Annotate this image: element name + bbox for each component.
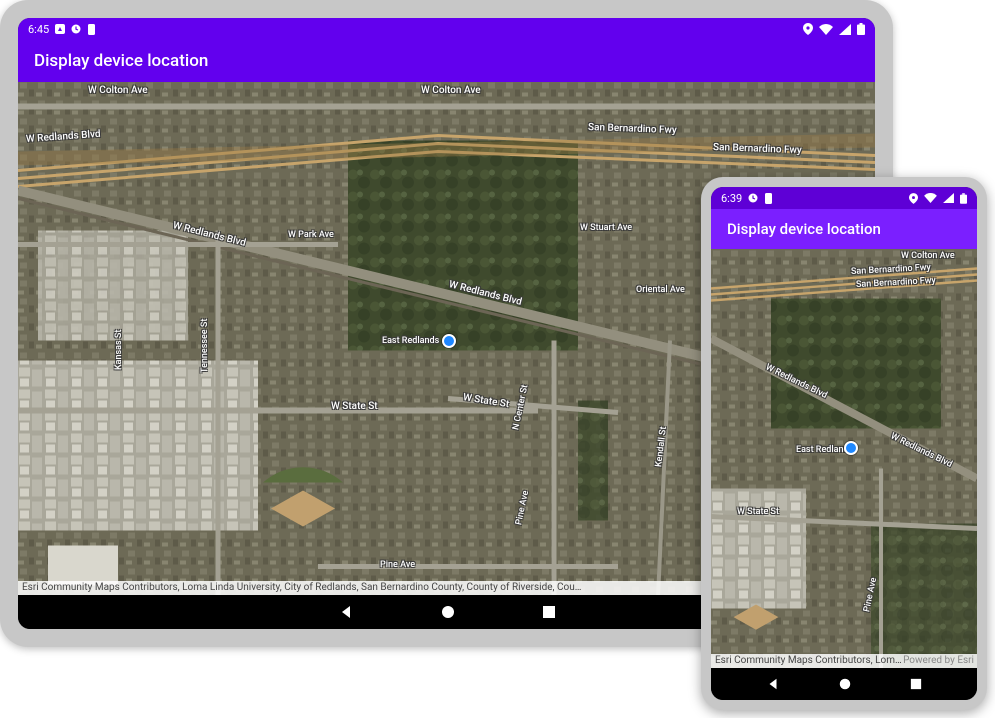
battery-icon: [857, 23, 865, 35]
location-pin-icon: [909, 193, 918, 204]
nav-home-button[interactable]: [440, 604, 456, 620]
app-title: Display device location: [34, 51, 208, 71]
tablet-app-bar: Display device location: [18, 40, 875, 82]
battery-icon: [960, 193, 967, 204]
nav-back-button[interactable]: [766, 677, 780, 691]
nav-recents-button[interactable]: [910, 678, 922, 690]
attribution-text: Esri Community Maps Contributors, Loma L…: [22, 582, 581, 593]
status-icon-a: [55, 24, 65, 34]
status-icon-clock: [71, 24, 81, 34]
tablet-status-bar: 6:45: [18, 18, 875, 40]
satellite-basemap: [711, 249, 977, 668]
phone-device-frame: 6:39 Di: [701, 177, 987, 710]
phone-app-bar: Display device location: [711, 209, 977, 249]
phone-nav-bar: [711, 668, 977, 700]
cell-signal-icon: [943, 193, 954, 203]
wifi-icon: [819, 24, 833, 35]
map-attribution: Esri Community Maps Contributors, Lom… P…: [711, 654, 977, 668]
phone-status-bar: 6:39: [711, 187, 977, 209]
phone-screen: 6:39 Di: [711, 187, 977, 700]
device-location-marker: [442, 334, 456, 348]
app-title: Display device location: [727, 220, 881, 238]
location-pin-icon: [803, 23, 813, 35]
wifi-icon: [924, 193, 937, 203]
status-icon-clock: [748, 193, 758, 203]
nav-home-button[interactable]: [838, 677, 852, 691]
attribution-text: Esri Community Maps Contributors, Lom…: [715, 655, 902, 666]
status-time: 6:45: [28, 23, 49, 36]
status-icon-badge: [87, 24, 96, 35]
nav-back-button[interactable]: [338, 604, 354, 620]
cell-signal-icon: [839, 24, 851, 35]
nav-recents-button[interactable]: [542, 605, 556, 619]
phone-map-view[interactable]: W Colton Ave San Bernardino Fwy San Bern…: [711, 249, 977, 668]
device-location-marker: [844, 441, 858, 455]
status-time: 6:39: [721, 192, 742, 205]
status-icon-badge: [764, 193, 773, 204]
powered-by: Powered by Esri: [903, 654, 974, 668]
